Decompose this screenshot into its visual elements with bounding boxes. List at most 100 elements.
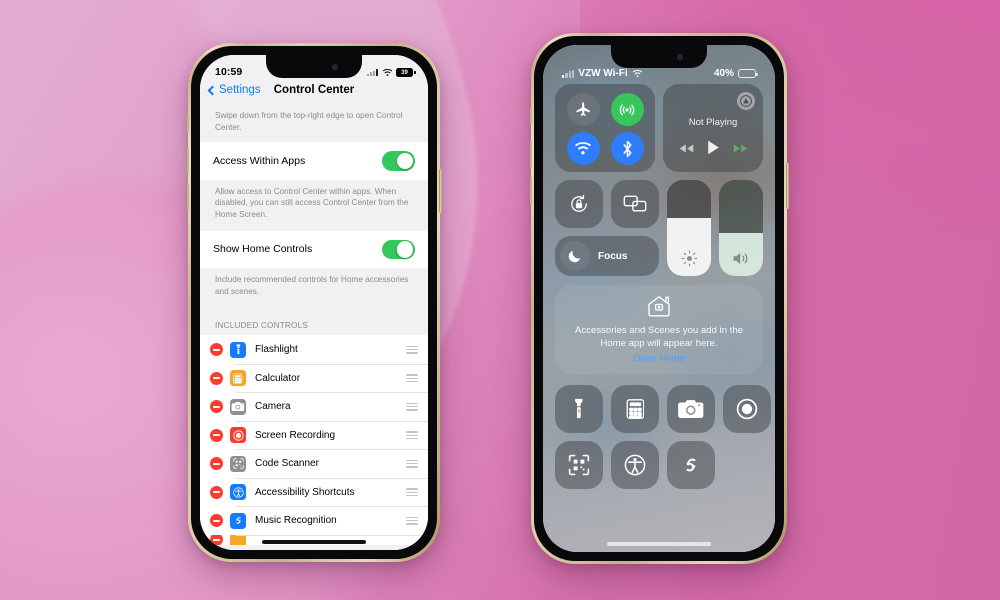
phone-bezel-right: VZW Wi-Fi 40% Not Playing Focus Accessor…	[534, 36, 784, 561]
phone-bezel-left: 10:59 39 Settings Control Center Swipe d…	[191, 46, 437, 559]
camera-control[interactable]	[667, 385, 715, 434]
minus-circle-icon[interactable]	[210, 371, 223, 385]
control-label: Accessibility Shortcuts	[255, 486, 355, 498]
minus-circle-icon[interactable]	[210, 485, 223, 499]
minus-circle-icon[interactable]	[210, 457, 223, 471]
access-within-apps-row[interactable]: Access Within Apps	[200, 142, 428, 180]
media-title: Not Playing	[688, 117, 738, 128]
bluetooth-icon	[622, 140, 632, 157]
rewind-icon	[679, 144, 693, 153]
drag-handle-icon[interactable]	[406, 374, 418, 382]
minus-circle-icon[interactable]	[210, 514, 223, 528]
notch-left	[266, 55, 362, 78]
focus-icon-wrap	[560, 241, 590, 271]
show-home-controls-card: Show Home Controls	[200, 230, 428, 269]
home-empty-text: Accessories and Scenes you add in the Ho…	[575, 325, 743, 350]
airplay-button[interactable]	[737, 92, 755, 110]
cc-row-middle: Focus	[555, 180, 763, 276]
control-row[interactable]: Calculator	[200, 363, 428, 393]
control-shortcuts-grid	[555, 385, 771, 490]
silent-switch-left[interactable]	[186, 115, 189, 132]
connectivity-pane	[555, 84, 656, 172]
silent-switch-right[interactable]	[529, 107, 532, 124]
partial-app-icon	[230, 534, 246, 545]
drag-handle-icon[interactable]	[406, 402, 418, 411]
airplay-icon	[740, 95, 752, 107]
screen-record-control[interactable]	[723, 385, 771, 434]
show-home-controls-label: Show Home Controls	[213, 243, 313, 256]
power-button-left[interactable]	[439, 169, 442, 213]
control-row[interactable]: Music Recognition	[200, 506, 428, 535]
battery-icon	[738, 68, 758, 79]
volume-slider[interactable]	[719, 180, 763, 276]
shazam-icon	[686, 458, 696, 472]
rewind-button[interactable]	[679, 141, 694, 159]
volume-icon-wrap	[719, 250, 763, 267]
focus-label: Focus	[598, 250, 628, 262]
show-home-controls-row[interactable]: Show Home Controls	[200, 231, 428, 269]
orientation-lock-button[interactable]	[555, 180, 603, 228]
included-controls-list: Flashlight Calculator Camera Screen Recordi…	[200, 335, 428, 545]
wifi-icon	[382, 68, 392, 76]
airplane-icon	[575, 102, 590, 116]
play-button[interactable]	[707, 140, 720, 160]
control-row[interactable]: Camera	[200, 392, 428, 421]
accessibility-icon	[624, 454, 646, 476]
minus-circle-icon[interactable]	[210, 534, 223, 545]
control-row[interactable]: Screen Recording	[200, 420, 428, 450]
flashlight-icon	[230, 341, 246, 358]
calculator-icon	[626, 399, 644, 419]
cellular-data-toggle[interactable]	[610, 93, 644, 126]
control-label: Camera	[255, 401, 291, 413]
status-time: 10:59	[215, 66, 243, 78]
switch-knob	[397, 152, 414, 170]
back-button[interactable]: Settings	[207, 84, 261, 96]
drag-handle-icon[interactable]	[406, 459, 418, 468]
utility-row	[555, 180, 659, 228]
fast-forward-button[interactable]	[733, 141, 748, 159]
show-home-controls-footer: Include recommended controls for Home ac…	[215, 275, 409, 296]
access-within-apps-switch[interactable]	[382, 151, 415, 171]
page-background	[0, 0, 1000, 600]
power-button-right[interactable]	[786, 163, 789, 209]
wifi-icon	[632, 69, 642, 77]
open-home-link[interactable]: Open Home	[565, 353, 753, 364]
minus-circle-icon[interactable]	[210, 343, 223, 357]
show-home-controls-switch[interactable]	[382, 239, 415, 260]
shazam-control[interactable]	[667, 441, 715, 490]
code-scanner-control[interactable]	[555, 441, 603, 490]
minus-circle-icon[interactable]	[210, 428, 223, 442]
minus-circle-icon[interactable]	[210, 400, 223, 414]
accessibility-control[interactable]	[611, 441, 659, 490]
battery-percent-label: 40%	[713, 68, 734, 79]
access-within-apps-footer: Allow access to Control Center within ap…	[215, 186, 409, 220]
bluetooth-toggle[interactable]	[610, 132, 644, 165]
drag-handle-icon[interactable]	[406, 488, 418, 496]
access-within-apps-card: Access Within Apps	[200, 142, 428, 180]
airplane-mode-toggle[interactable]	[566, 93, 600, 126]
play-icon	[707, 140, 719, 155]
control-row[interactable]: Code Scanner	[200, 449, 428, 478]
control-row[interactable]: Flashlight	[200, 335, 428, 364]
brightness-icon	[681, 250, 697, 267]
flashlight-icon	[575, 399, 583, 419]
wifi-toggle[interactable]	[566, 132, 600, 165]
home-indicator-left[interactable]	[262, 540, 366, 544]
volume-up-button-right[interactable]	[529, 140, 532, 168]
volume-down-button-right[interactable]	[529, 177, 532, 205]
flashlight-control[interactable]	[555, 385, 603, 434]
volume-down-button-left[interactable]	[186, 183, 189, 210]
brightness-slider[interactable]	[667, 180, 711, 276]
focus-button[interactable]: Focus	[555, 236, 659, 276]
drag-handle-icon[interactable]	[406, 516, 418, 525]
accessibility-icon	[230, 484, 246, 501]
chevron-left-icon	[207, 85, 218, 95]
drag-handle-icon[interactable]	[406, 345, 418, 354]
calculator-control[interactable]	[611, 385, 659, 434]
control-row[interactable]: Accessibility Shortcuts	[200, 477, 428, 507]
volume-up-button-left[interactable]	[186, 147, 189, 174]
drag-handle-icon[interactable]	[406, 431, 418, 439]
home-indicator-right[interactable]	[607, 542, 711, 546]
screen-mirroring-button[interactable]	[611, 180, 659, 228]
cellular-bars-icon	[562, 69, 575, 78]
